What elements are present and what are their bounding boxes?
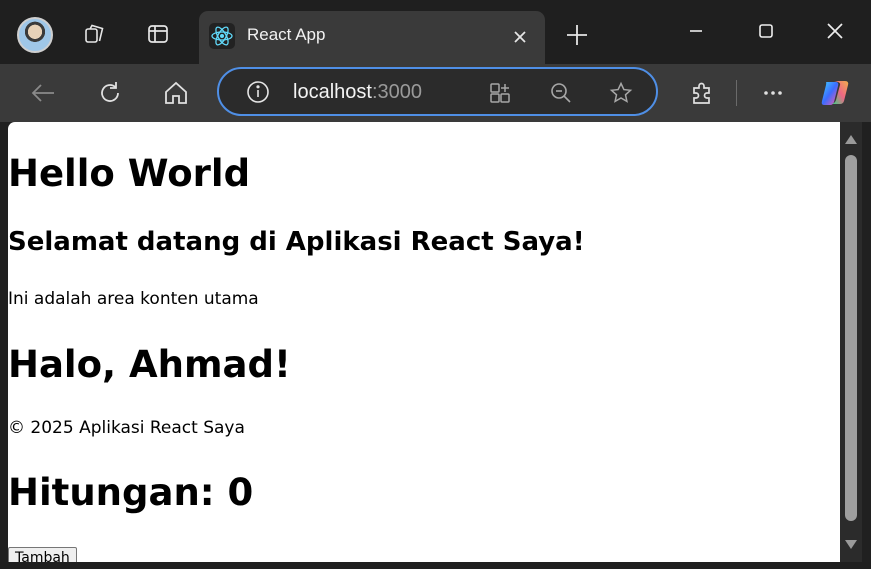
more-options-icon[interactable] [759, 79, 787, 107]
url-host: localhost [293, 81, 372, 103]
workspaces-icon[interactable] [83, 22, 107, 46]
vertical-scrollbar[interactable] [840, 122, 862, 562]
window-bottom-edge [0, 562, 871, 569]
address-bar[interactable]: localhost:3000 [217, 67, 658, 116]
app-available-icon[interactable] [488, 81, 512, 105]
scrollbar-thumb[interactable] [845, 155, 857, 521]
url-port: :3000 [371, 81, 422, 103]
browser-window: React App localhost:3000 Hello World Sel… [0, 0, 871, 569]
copilot-icon[interactable] [818, 76, 852, 110]
hello-world-heading: Hello World [8, 152, 251, 195]
welcome-heading: Selamat datang di Aplikasi React Saya! [8, 227, 585, 257]
url-text[interactable]: localhost:3000 [293, 81, 422, 104]
extensions-puzzle-icon[interactable] [688, 79, 716, 107]
refresh-icon[interactable] [96, 79, 124, 107]
tab-title: React App [247, 25, 326, 44]
navigation-toolbar: localhost:3000 [0, 64, 871, 122]
profile-avatar[interactable] [17, 17, 53, 53]
new-tab-plus-icon[interactable] [565, 23, 589, 47]
tab-react-app[interactable]: React App [199, 11, 545, 64]
site-info-icon[interactable] [246, 80, 270, 104]
tab-bar: React App [0, 0, 871, 64]
toolbar-divider [736, 80, 737, 106]
close-tab-icon[interactable] [509, 26, 531, 48]
maximize-icon[interactable] [754, 19, 778, 43]
counter-heading: Hitungan: 0 [8, 471, 254, 514]
minimize-icon[interactable] [684, 19, 708, 43]
react-logo-icon [209, 23, 235, 49]
tab-actions-icon[interactable] [146, 22, 170, 46]
scroll-up-arrow-icon[interactable] [843, 132, 859, 148]
greeting-heading: Halo, Ahmad! [8, 343, 291, 386]
scroll-down-arrow-icon[interactable] [843, 536, 859, 552]
close-window-icon[interactable] [823, 19, 847, 43]
add-button[interactable]: Tambah [8, 547, 77, 562]
back-arrow-icon[interactable] [29, 79, 57, 107]
main-content-text: Ini adalah area konten utama [8, 289, 259, 309]
zoom-out-icon[interactable] [549, 81, 573, 105]
favorite-star-icon[interactable] [609, 81, 633, 105]
footer-text: © 2025 Aplikasi React Saya [8, 418, 245, 438]
page-viewport: Hello World Selamat datang di Aplikasi R… [8, 122, 840, 562]
home-icon[interactable] [162, 79, 190, 107]
